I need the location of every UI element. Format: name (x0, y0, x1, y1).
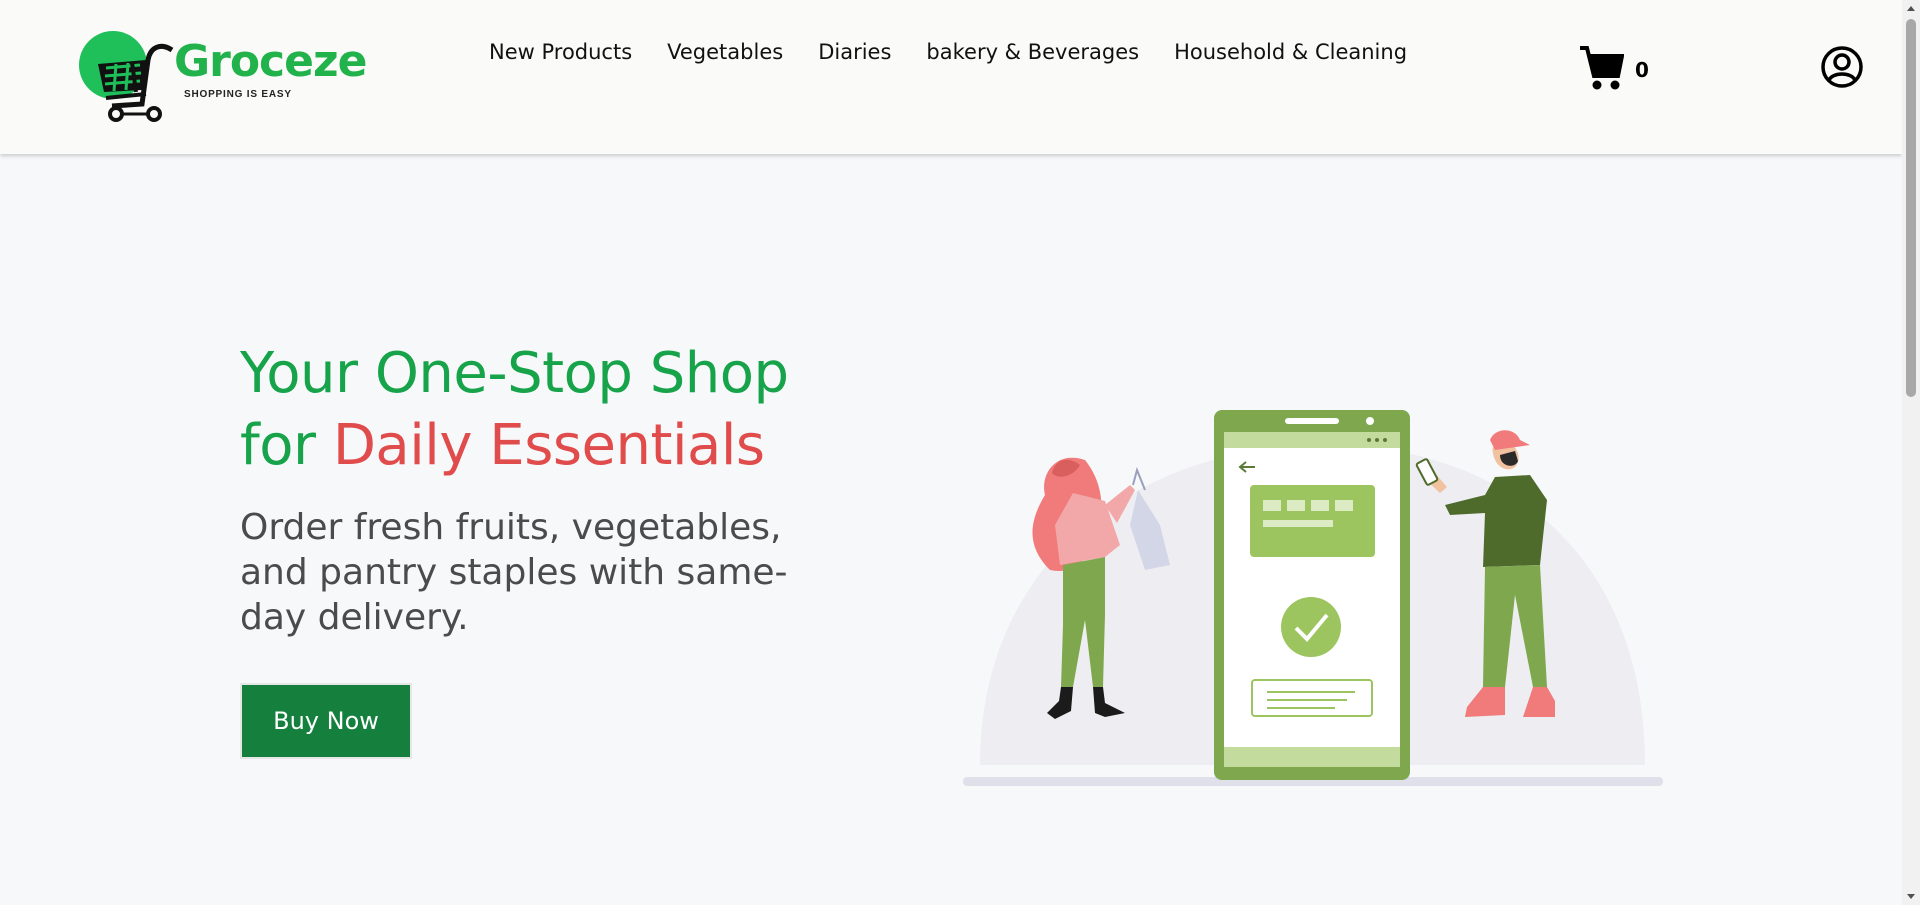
nav-diaries[interactable]: Diaries (818, 38, 891, 68)
scroll-down-arrow-icon[interactable] (1905, 890, 1917, 902)
user-circle-icon (1821, 46, 1863, 88)
hero-title-accent: Daily Essentials (332, 413, 765, 478)
scroll-up-arrow-icon[interactable] (1905, 3, 1917, 15)
nav-bakery-beverages[interactable]: bakery & Beverages (926, 38, 1139, 68)
nav-household-cleaning[interactable]: Household & Cleaning (1174, 38, 1407, 68)
cart-count: 0 (1635, 58, 1649, 82)
vertical-scrollbar[interactable] (1902, 0, 1920, 905)
nav-vegetables[interactable]: Vegetables (667, 38, 783, 68)
brand-logo[interactable]: Groceze SHOPPING IS EASY (76, 28, 367, 122)
logo-cart-icon (98, 43, 174, 122)
account-button[interactable] (1820, 45, 1864, 89)
scrollbar-thumb[interactable] (1906, 19, 1916, 397)
brand-tagline: SHOPPING IS EASY (184, 89, 292, 100)
cart-button[interactable]: 0 (1578, 44, 1654, 94)
shopping-illustration (963, 410, 1663, 786)
main-nav: New Products Vegetables Diaries bakery &… (489, 38, 1442, 68)
hero-title: Your One-Stop Shop for Daily Essentials (240, 338, 860, 482)
hero-title-for: for (240, 413, 316, 478)
page: Groceze SHOPPING IS EASY New Products Ve… (0, 0, 1920, 905)
hero-title-line1: Your One-Stop Shop (240, 341, 789, 406)
hero-description: Order fresh fruits, vegetables, and pant… (240, 507, 788, 638)
cart-icon (1580, 46, 1625, 90)
buy-now-button[interactable]: Buy Now (240, 683, 412, 759)
nav-new-products[interactable]: New Products (489, 38, 632, 68)
site-header: Groceze SHOPPING IS EASY New Products Ve… (0, 0, 1902, 154)
brand-name: Groceze (174, 36, 367, 87)
